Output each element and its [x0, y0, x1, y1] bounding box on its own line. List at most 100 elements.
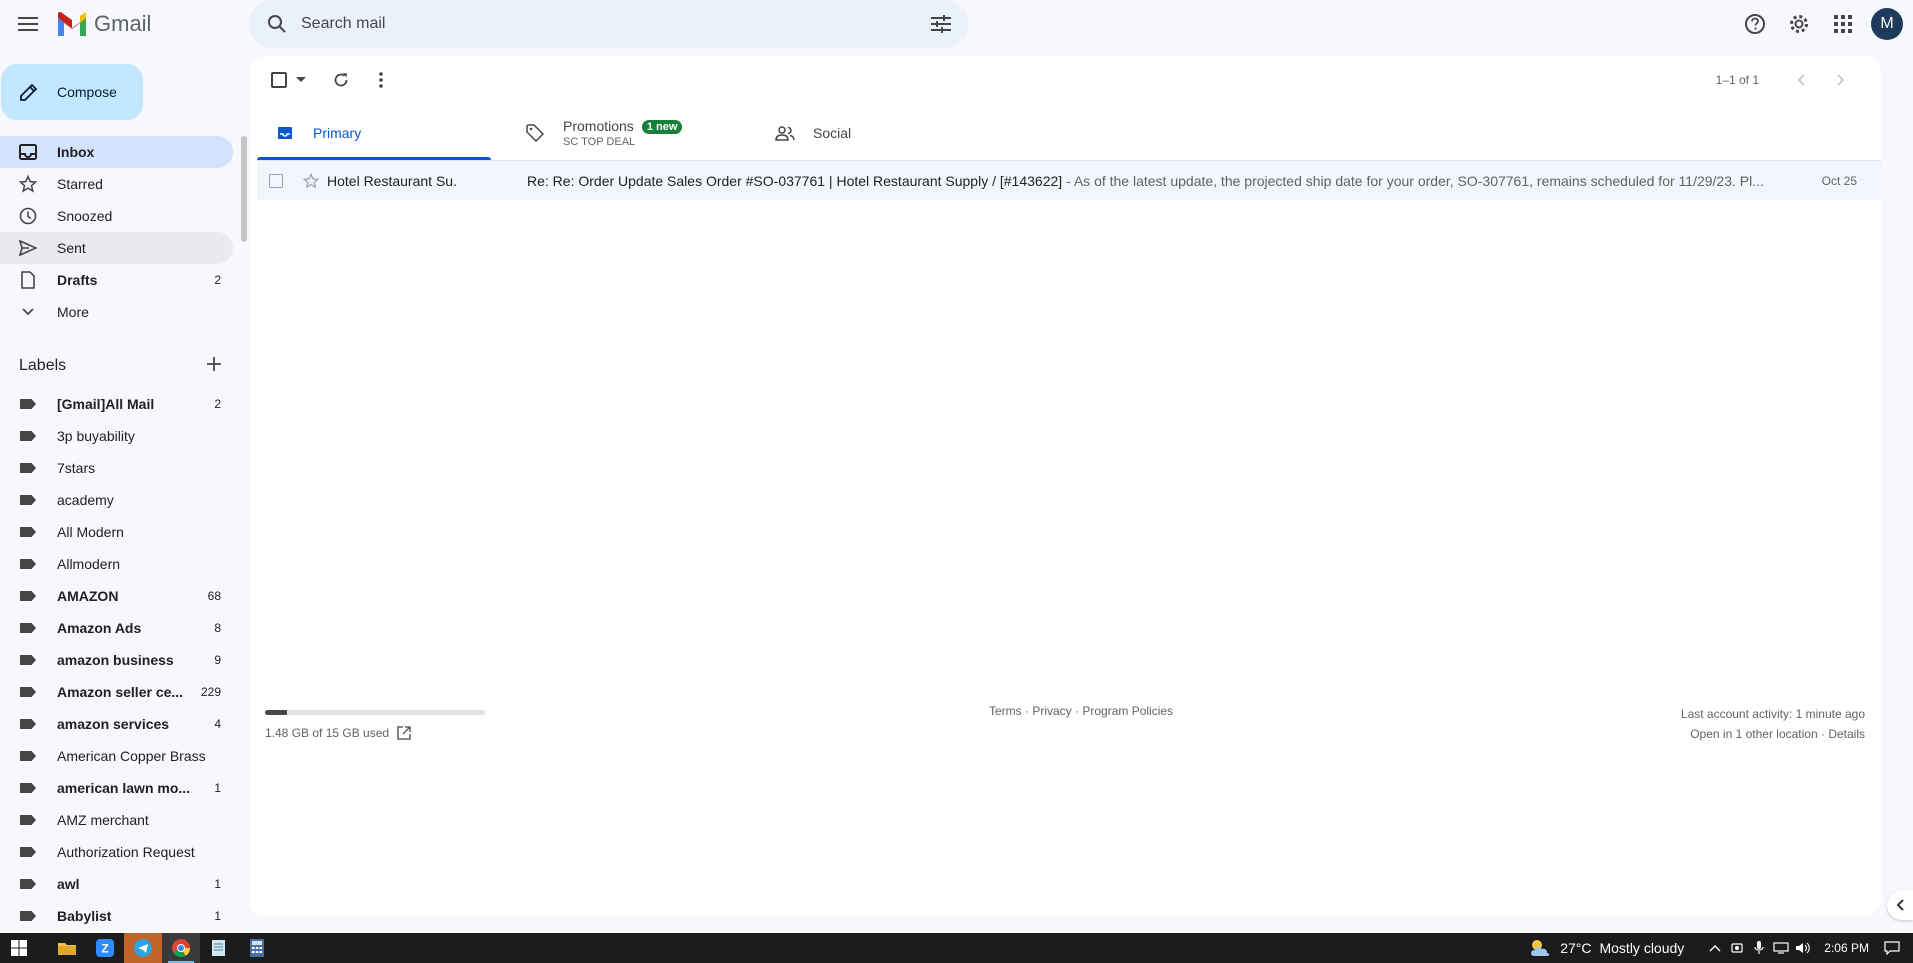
- sidebar-item-starred[interactable]: Starred: [0, 168, 233, 200]
- weather-widget[interactable]: 27°C Mostly cloudy: [1528, 938, 1684, 958]
- search-input[interactable]: [301, 15, 921, 33]
- older-button[interactable]: [1821, 60, 1861, 100]
- tab-social[interactable]: Social: [757, 106, 1007, 160]
- sidebar-item-snoozed[interactable]: Snoozed: [0, 200, 233, 232]
- sidebar-label-item[interactable]: awl 1: [0, 868, 233, 900]
- sidebar-label-item[interactable]: amazon services 4: [0, 708, 233, 740]
- support-button[interactable]: [1733, 2, 1777, 46]
- gmail-wordmark: Gmail: [94, 11, 152, 36]
- taskbar-zoom[interactable]: Z: [86, 933, 124, 963]
- list-toolbar: 1–1 of 1: [249, 56, 1881, 104]
- tab-promotions[interactable]: Promotions 1 new SC TOP DEAL: [507, 106, 757, 160]
- details-link[interactable]: Details: [1828, 727, 1865, 741]
- sidebar-label-item[interactable]: Amazon Ads 8: [0, 612, 233, 644]
- label-icon: [18, 778, 38, 798]
- sidebar-label-item[interactable]: Authorization Request: [0, 836, 233, 868]
- separator: ·: [1021, 704, 1033, 718]
- refresh-button[interactable]: [321, 60, 361, 100]
- taskbar-file-explorer[interactable]: [48, 933, 86, 963]
- label-tag-shape: [20, 751, 36, 761]
- sidebar-label-item[interactable]: All Modern: [0, 516, 233, 548]
- sidebar-item-sent[interactable]: Sent: [0, 232, 233, 264]
- camera-icon: [1731, 943, 1743, 953]
- gmail-m-icon: [58, 12, 86, 36]
- tray-microphone-button[interactable]: [1748, 941, 1770, 955]
- sidebar-label-item[interactable]: Amazon seller ce... 229: [0, 676, 233, 708]
- label-icon: [18, 490, 38, 510]
- partly-cloudy-icon: [1531, 940, 1550, 956]
- select-menu-button[interactable]: [293, 60, 309, 100]
- create-label-button[interactable]: [207, 356, 221, 376]
- sidebar-item-drafts[interactable]: Drafts 2: [0, 264, 233, 296]
- taskbar-notepad[interactable]: [200, 933, 238, 963]
- sidebar-label-item[interactable]: american lawn mo... 1: [0, 772, 233, 804]
- search-options-button[interactable]: [921, 4, 961, 44]
- settings-button[interactable]: [1777, 2, 1821, 46]
- sidebar-label-item[interactable]: academy: [0, 484, 233, 516]
- tray-network-button[interactable]: [1770, 942, 1792, 954]
- sidebar-label-item[interactable]: Allmodern: [0, 548, 233, 580]
- taskbar-telegram[interactable]: [124, 933, 162, 963]
- weather-condition: Mostly cloudy: [1599, 940, 1685, 956]
- apps-button[interactable]: [1821, 2, 1865, 46]
- label-tag-shape: [20, 783, 36, 793]
- label-tag-shape: [20, 399, 36, 409]
- top-header: Gmail M: [0, 0, 1913, 48]
- tray-camera-button[interactable]: [1726, 942, 1748, 954]
- taskbar-clock[interactable]: 2:06 PM: [1824, 941, 1869, 955]
- star-icon: [303, 172, 319, 189]
- select-all-checkbox[interactable]: [265, 60, 293, 100]
- taskbar-calculator[interactable]: [238, 933, 276, 963]
- gmail-logo[interactable]: Gmail: [56, 10, 151, 38]
- sidebar-label-item[interactable]: 3p buyability: [0, 420, 233, 452]
- account-avatar[interactable]: M: [1871, 8, 1903, 40]
- inbox-icon: [18, 142, 38, 162]
- sidebar-label-item[interactable]: amazon business 9: [0, 644, 233, 676]
- tab-primary[interactable]: Primary: [257, 106, 507, 160]
- sidebar-item-more[interactable]: More: [0, 296, 233, 328]
- sidebar-label-item[interactable]: 7stars: [0, 452, 233, 484]
- email-snippet: - As of the latest update, the projected…: [1062, 172, 1764, 189]
- sidebar-label-item[interactable]: American Copper Brass: [0, 740, 233, 772]
- open-in-new-icon[interactable]: [397, 726, 411, 740]
- side-panel-toggle[interactable]: [1887, 890, 1913, 920]
- sidebar-label-item[interactable]: Babylist 1: [0, 900, 233, 932]
- row-checkbox[interactable]: [269, 173, 283, 188]
- program-policies-link[interactable]: Program Policies: [1082, 704, 1173, 718]
- label-icon: [18, 746, 38, 766]
- tray-volume-button[interactable]: [1792, 942, 1814, 954]
- start-button[interactable]: [0, 933, 38, 963]
- sidebar-item-label: Snoozed: [57, 208, 113, 224]
- page-footer: 1.48 GB of 15 GB used Terms · Privacy · …: [265, 704, 1865, 754]
- label-tag-shape: [20, 655, 36, 665]
- pagination-text: 1–1 of 1: [1715, 73, 1759, 87]
- show-hidden-icons-button[interactable]: [1704, 944, 1726, 952]
- pagination: 1–1 of 1: [1716, 56, 1861, 104]
- sidebar-scrollbar[interactable]: [241, 136, 247, 242]
- newer-button[interactable]: [1781, 60, 1821, 100]
- notepad-icon: [212, 940, 225, 956]
- tag-icon: [525, 123, 545, 143]
- sidebar-item-inbox[interactable]: Inbox: [0, 136, 233, 168]
- notifications-button[interactable]: [1881, 941, 1903, 955]
- calculator-icon: [250, 939, 264, 957]
- tab-label: Promotions: [563, 118, 634, 134]
- email-subject: Re: Re: Order Update Sales Order #SO-037…: [527, 172, 1063, 189]
- label-icon: [18, 554, 38, 574]
- label-icon: [18, 714, 38, 734]
- label-tag-shape: [20, 495, 36, 505]
- sidebar-label-item[interactable]: AMZ merchant: [0, 804, 233, 836]
- table-row[interactable]: Hotel Restaurant Su. Re: Re: Order Updat…: [257, 160, 1881, 200]
- more-options-button[interactable]: [361, 60, 401, 100]
- sidebar-label-item[interactable]: AMAZON 68: [0, 580, 233, 612]
- chevron-down-icon: [18, 302, 38, 322]
- terms-link[interactable]: Terms: [989, 704, 1022, 718]
- compose-button[interactable]: Compose: [1, 64, 143, 120]
- row-star-button[interactable]: [301, 171, 321, 191]
- main-menu-button[interactable]: [16, 12, 40, 36]
- chevron-right-icon: [1837, 74, 1845, 86]
- search-button[interactable]: [253, 0, 301, 48]
- sidebar-label-item[interactable]: [Gmail]All Mail 2: [0, 388, 233, 420]
- privacy-link[interactable]: Privacy: [1032, 704, 1071, 718]
- taskbar-chrome[interactable]: [162, 933, 200, 963]
